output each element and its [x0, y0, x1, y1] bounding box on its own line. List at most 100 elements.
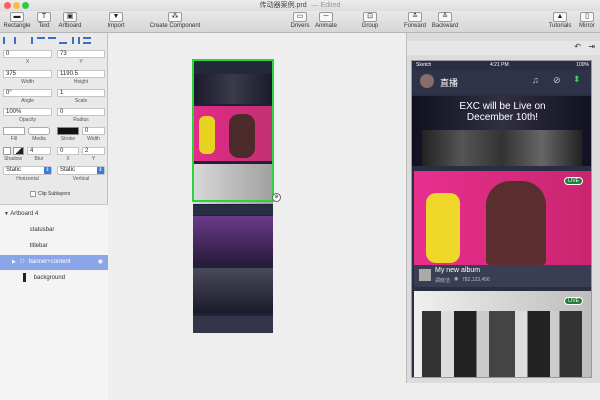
vertical-select[interactable]: Static ⇕	[57, 166, 105, 175]
horizontal-select[interactable]: Static ⇕	[3, 166, 52, 175]
artboard-tool-button[interactable]: ▣ Artboard	[56, 12, 84, 32]
stroke-width-label: Width	[87, 136, 100, 142]
rotate-icon[interactable]: ↶	[574, 42, 581, 51]
align-left-icon[interactable]	[3, 37, 11, 44]
vertical-label: Vertical	[72, 176, 90, 182]
fill-swatch[interactable]	[3, 127, 25, 135]
thumb-card-purple	[193, 216, 273, 264]
radius-label: Radius	[73, 117, 89, 123]
card-pink[interactable]: LIVE	[414, 171, 591, 265]
preview-topbar: ↶ ⇥	[407, 41, 600, 55]
close-window-button[interactable]	[4, 2, 11, 9]
app-title: 直播	[440, 78, 459, 88]
window-titlebar: 传动器案例.prd — Edited	[0, 0, 600, 11]
blur-field[interactable]: 4	[27, 147, 51, 155]
select-arrow-icon: ⇕	[44, 167, 51, 174]
mirror-button[interactable]: ▯ Mirror	[575, 12, 599, 32]
shadow-label: Shadow	[3, 156, 23, 162]
live-badge: LIVE	[564, 177, 583, 185]
text-icon: T	[37, 12, 51, 22]
layer-artboard[interactable]: ▼ Artboard 4	[0, 207, 108, 222]
drivers-icon: ▭	[293, 12, 307, 22]
media-label: Media	[32, 136, 46, 142]
layer-banner-content[interactable]: ▶ ⚇ banner+content ◉	[0, 255, 108, 270]
layer-background[interactable]: background	[0, 271, 108, 286]
card-views: 782,123,456	[462, 277, 490, 283]
shadow-x-field[interactable]: 0	[57, 147, 79, 155]
banner-line-1: EXC will be Live on	[459, 101, 546, 112]
selection-outline[interactable]	[192, 59, 274, 202]
animate-button[interactable]: ─ Animate	[313, 12, 339, 32]
stroke-width-field[interactable]: 0	[82, 127, 105, 135]
minimize-window-button[interactable]	[13, 2, 20, 9]
x-label: X	[25, 59, 30, 65]
search-icon[interactable]: ⊘	[553, 75, 561, 86]
zoom-window-button[interactable]	[22, 2, 29, 9]
eye-icon[interactable]: ◉	[98, 255, 103, 270]
height-field[interactable]: 1190.5	[57, 70, 105, 78]
banner[interactable]: EXC will be Live on December 10th!	[412, 96, 591, 166]
shadow-color-swatch[interactable]	[13, 147, 24, 155]
forward-button[interactable]: ≛ Forward	[403, 12, 427, 32]
media-swatch[interactable]	[28, 127, 50, 135]
scale-label: Scale	[74, 98, 88, 104]
exit-icon[interactable]: ⇥	[588, 42, 595, 51]
group-button[interactable]: ⊡ Group	[360, 12, 380, 32]
align-buttons	[3, 36, 105, 46]
fill-label: Fill	[10, 136, 18, 142]
thumb-row1	[193, 205, 273, 215]
layer-dot-icon: ·	[20, 227, 22, 233]
author-avatar	[419, 269, 431, 281]
align-top-icon[interactable]	[37, 37, 45, 44]
disclosure-triangle-icon[interactable]: ▶	[12, 259, 16, 265]
import-icon: ▼	[109, 12, 123, 22]
align-center-icon[interactable]	[14, 37, 22, 44]
live-icon[interactable]: ⬍	[573, 74, 581, 85]
angle-label: Angle	[21, 98, 34, 104]
rectangle-tool-button[interactable]: ▬ Rectangle	[2, 12, 32, 32]
layer-statusbar[interactable]: · statusbar	[0, 223, 108, 238]
scale-field[interactable]: 1	[57, 89, 105, 97]
text-tool-button[interactable]: T Text	[35, 12, 53, 32]
width-field[interactable]: 375	[3, 70, 52, 78]
align-right-icon[interactable]	[25, 37, 33, 44]
layer-titlebar[interactable]: · titlebar	[0, 239, 108, 254]
x-field[interactable]: 0	[3, 50, 52, 58]
card-title: My new album	[435, 267, 481, 274]
create-component-button[interactable]: ⁂ Create Component	[148, 12, 202, 32]
distribute-h-icon[interactable]	[72, 37, 80, 44]
avatar[interactable]	[420, 74, 434, 88]
height-label: Height	[73, 79, 89, 85]
import-button[interactable]: ▼ Import	[104, 12, 128, 32]
component-icon: ⁂	[168, 12, 182, 22]
align-bottom-icon[interactable]	[59, 37, 67, 44]
backward-button[interactable]: ≚ Backward	[430, 12, 460, 32]
y-field[interactable]: 73	[57, 50, 105, 58]
disclosure-triangle-icon[interactable]: ▼	[4, 211, 9, 217]
opacity-field[interactable]: 100%	[3, 108, 52, 116]
layer-dot-icon: ·	[20, 243, 22, 249]
phone-screen: Sketch 4:21 PM 100% 直播 ♫ ⊘ ⬍ EXC will be…	[411, 60, 592, 378]
banner-line-2: December 10th!	[466, 112, 539, 123]
radius-field[interactable]: 0	[57, 108, 105, 116]
shadow-checkbox[interactable]	[3, 147, 11, 155]
shadow-y-field[interactable]: 2	[82, 147, 105, 155]
headphones-icon[interactable]: ♫	[532, 75, 539, 85]
mirror-icon: ▯	[580, 12, 594, 22]
angle-field[interactable]: 0°	[3, 89, 52, 97]
align-middle-icon[interactable]	[48, 37, 56, 44]
selection-handle-icon[interactable]: ⊕	[272, 193, 281, 202]
y-label: Y	[79, 59, 83, 65]
card-author: 郑晓洁	[435, 278, 451, 284]
clip-sublayers-checkbox[interactable]	[30, 191, 36, 197]
card-group[interactable]: LIVE	[414, 291, 591, 377]
singer-figure	[486, 181, 546, 265]
bring-forward-icon: ≛	[408, 12, 422, 22]
distribute-v-icon[interactable]	[83, 37, 91, 44]
group-icon: ⊡	[363, 12, 377, 22]
drivers-button[interactable]: ▭ Drivers	[288, 12, 312, 32]
stroke-swatch[interactable]	[57, 127, 79, 135]
horizontal-label: Horizontal	[16, 176, 39, 182]
tutorials-button[interactable]: ▲ Tutorials	[546, 12, 574, 32]
design-canvas[interactable]: ⊕ ↶ ⇥ Sketch 4:21 PM 100% 直播 ♫ ⊘ ⬍ EXC w…	[108, 33, 600, 400]
